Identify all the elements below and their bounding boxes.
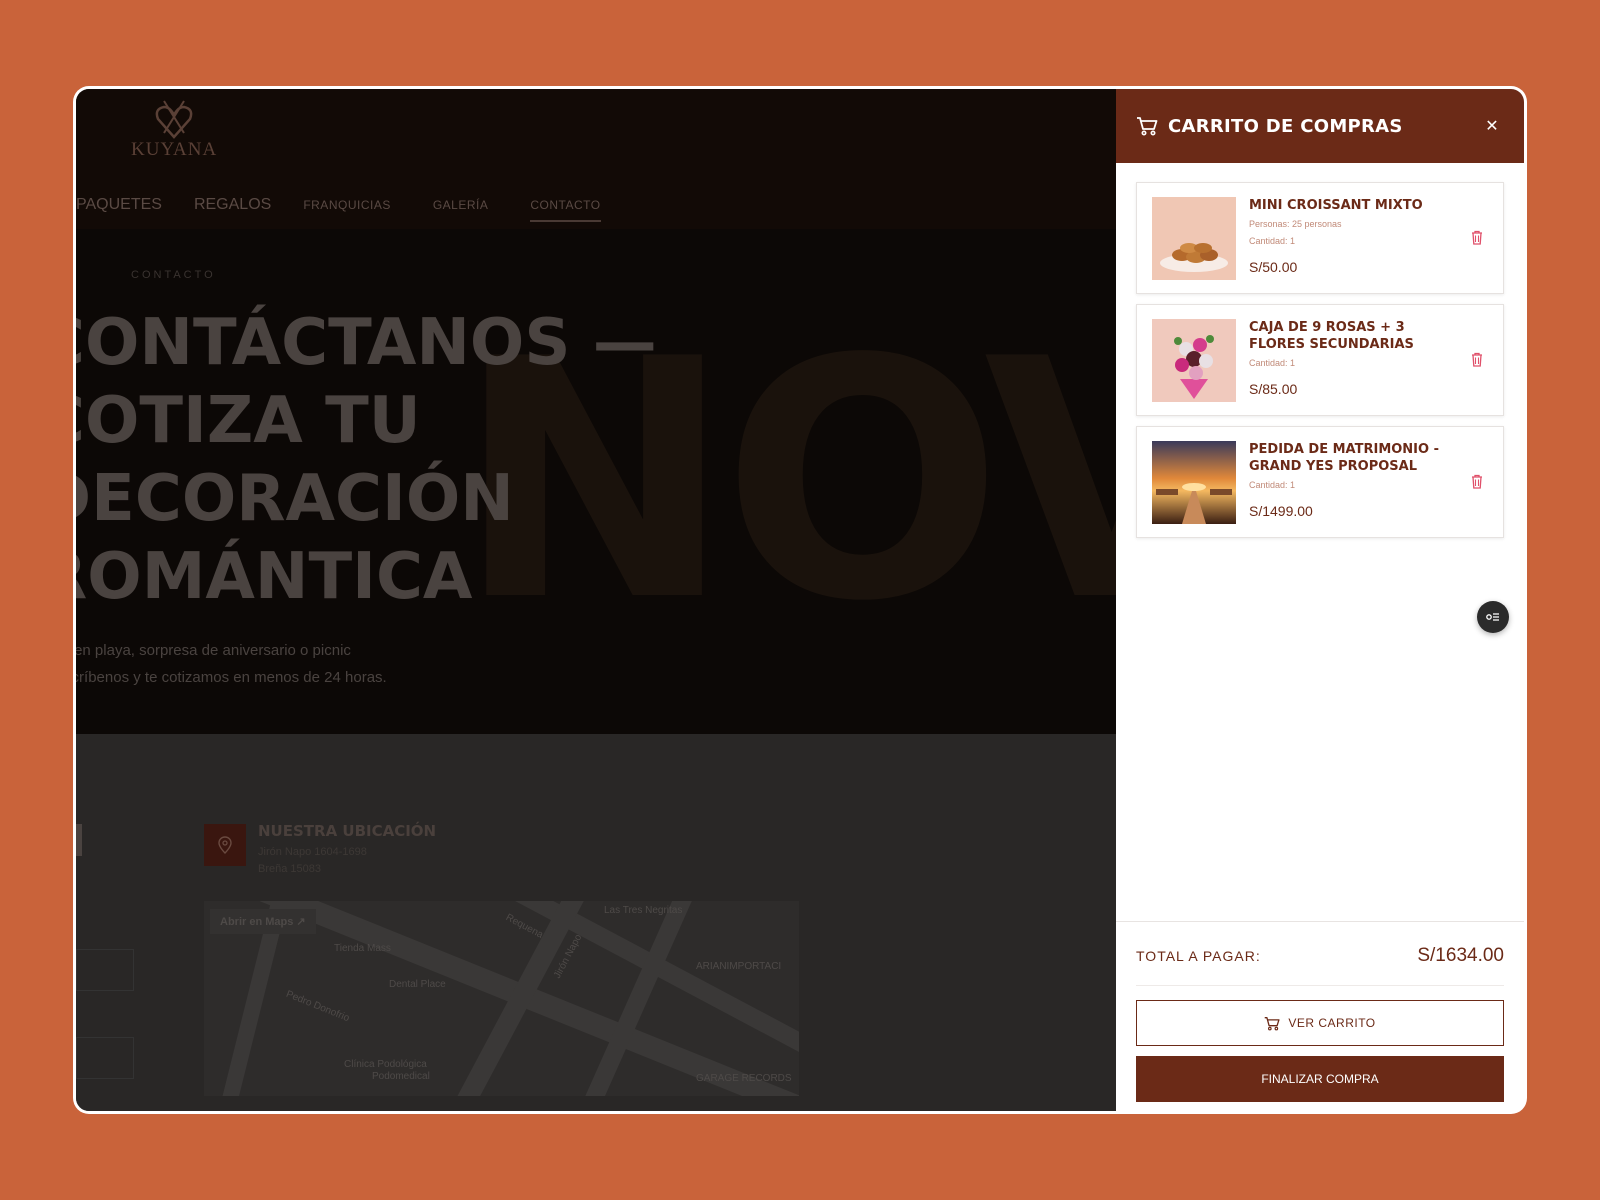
nav-item-regalos[interactable]: REGALOS — [194, 196, 271, 214]
section-accent — [76, 824, 82, 856]
hero-eyebrow: CONTACTO — [131, 269, 216, 281]
product-image-proposal[interactable] — [1152, 441, 1236, 524]
form-field[interactable] — [76, 949, 134, 991]
trash-icon[interactable] — [1471, 474, 1483, 494]
cart-title: CARRITO DE COMPRAS — [1168, 115, 1403, 137]
external-link-icon: ↗ — [296, 916, 306, 928]
cart-item: CAJA DE 9 ROSAS + 3 FLORES SECUNDARIAS C… — [1136, 304, 1504, 416]
logo-text: KUYANA — [131, 139, 218, 160]
main-nav: PAQUETES REGALOS FRANQUICIAS GALERÍA CON… — [76, 189, 643, 222]
cart-item: MINI CROISSANT MIXTO Personas: 25 person… — [1136, 182, 1504, 294]
site-background: KUYANA PAQUETES REGALOS FRANQUICIAS GALE… — [76, 89, 1116, 1111]
cart-footer: TOTAL A PAGAR: S/1634.00 VER CARRITO FIN… — [1116, 921, 1524, 1102]
item-quantity: Cantidad: 1 — [1249, 480, 1296, 490]
item-price: S/85.00 — [1249, 381, 1298, 397]
total-row: TOTAL A PAGAR: S/1634.00 — [1136, 926, 1504, 986]
product-image-roses[interactable] — [1152, 319, 1236, 402]
checkout-button[interactable]: FINALIZAR COMPRA — [1136, 1056, 1504, 1102]
nav-item-paquetes[interactable]: PAQUETES — [76, 196, 162, 214]
map-label: Dental Place — [389, 979, 446, 990]
cart-items-list: MINI CROISSANT MIXTO Personas: 25 person… — [1116, 163, 1524, 538]
item-price: S/1499.00 — [1249, 503, 1313, 519]
item-quantity: Cantidad: 1 — [1249, 236, 1296, 246]
view-cart-button[interactable]: VER CARRITO — [1136, 1000, 1504, 1046]
item-personas: Personas: 25 personas — [1249, 219, 1342, 229]
open-in-maps-label: Abrir en Maps — [220, 916, 294, 928]
nav-item-galeria[interactable]: GALERÍA — [433, 198, 489, 212]
hero-subtitle-line: Pedida de matrimonio en playa, sorpresa … — [76, 642, 351, 659]
hero-title-line: DECORACIÓN — [76, 462, 514, 536]
cart-icon — [1136, 116, 1158, 136]
browser-frame: KUYANA PAQUETES REGALOS FRANQUICIAS GALE… — [73, 86, 1527, 1114]
viewport: KUYANA PAQUETES REGALOS FRANQUICIAS GALE… — [76, 89, 1524, 1111]
location-pin-icon — [204, 824, 246, 866]
hero-title-line: CONTÁCTANOS — — [76, 306, 657, 380]
map-label: GARAGE RECORDS — [696, 1073, 792, 1084]
item-price: S/50.00 — [1249, 259, 1298, 275]
location-district: Breña 15083 — [258, 863, 321, 875]
location-address: Jirón Napo 1604-1698 — [258, 846, 367, 858]
hero-title-line: COTIZA TU — [76, 384, 421, 458]
location-title: NUESTRA UBICACIÓN — [258, 822, 437, 840]
nav-item-franquicias[interactable]: FRANQUICIAS — [303, 198, 391, 212]
hero-subtitle: Pedida de matrimonio en playa, sorpresa … — [76, 637, 494, 691]
checkout-label: FINALIZAR COMPRA — [1261, 1072, 1379, 1086]
logo-mark-icon — [155, 100, 193, 139]
total-value: S/1634.00 — [1417, 944, 1504, 966]
site-header: KUYANA PAQUETES REGALOS FRANQUICIAS GALE… — [76, 89, 1116, 229]
cart-drawer: CARRITO DE COMPRAS ✕ MINI CROISSANT MIXT… — [1116, 89, 1524, 1111]
hero-subtitle-line: románticos: escríbenos y te cotizamos en… — [76, 669, 387, 686]
contact-section: NUESTRA UBICACIÓN Jirón Napo 1604-1698 B… — [76, 734, 1116, 1111]
cart-icon — [1264, 1016, 1280, 1031]
logo[interactable]: KUYANA — [131, 97, 217, 161]
map-label: Las Tres Negritas — [604, 905, 683, 916]
cart-item: PEDIDA DE MATRIMONIO - GRAND YES PROPOSA… — [1136, 426, 1504, 538]
map-label: Podomedical — [372, 1071, 430, 1082]
nav-item-contacto[interactable]: CONTACTO — [530, 198, 601, 222]
form-field[interactable] — [76, 1037, 134, 1079]
item-name: MINI CROISSANT MIXTO — [1249, 198, 1423, 213]
view-cart-label: VER CARRITO — [1288, 1016, 1376, 1030]
map-label: ARIANIMPORTACI — [696, 961, 782, 972]
list-icon[interactable] — [1477, 601, 1509, 633]
hero-title-line: ROMÁNTICA — [76, 540, 473, 614]
map-label: Tienda Mass — [334, 943, 391, 954]
product-image-croissant[interactable] — [1152, 197, 1236, 280]
trash-icon[interactable] — [1471, 352, 1483, 372]
location-map[interactable]: Abrir en Maps ↗ Las Tres Negritas Tienda… — [204, 901, 799, 1096]
item-name: CAJA DE 9 ROSAS + 3 FLORES SECUNDARIAS — [1249, 320, 1414, 352]
map-label: Clínica Podológica — [344, 1059, 427, 1070]
hero-section: NOVIO CONTACTO CONTÁCTANOS — COTIZA TU D… — [76, 229, 1116, 734]
open-in-maps-button[interactable]: Abrir en Maps ↗ — [210, 909, 316, 934]
close-icon[interactable]: ✕ — [1480, 114, 1504, 138]
item-name: PEDIDA DE MATRIMONIO - GRAND YES PROPOSA… — [1249, 442, 1439, 474]
item-quantity: Cantidad: 1 — [1249, 358, 1296, 368]
trash-icon[interactable] — [1471, 230, 1483, 250]
map-label: Requena — [503, 912, 545, 941]
hero-title: CONTÁCTANOS — COTIZA TU DECORACIÓN ROMÁN… — [76, 304, 657, 616]
map-label: Pedro Donofrio — [284, 988, 351, 1025]
total-label: TOTAL A PAGAR: — [1136, 947, 1261, 964]
cart-header: CARRITO DE COMPRAS ✕ — [1116, 89, 1524, 163]
